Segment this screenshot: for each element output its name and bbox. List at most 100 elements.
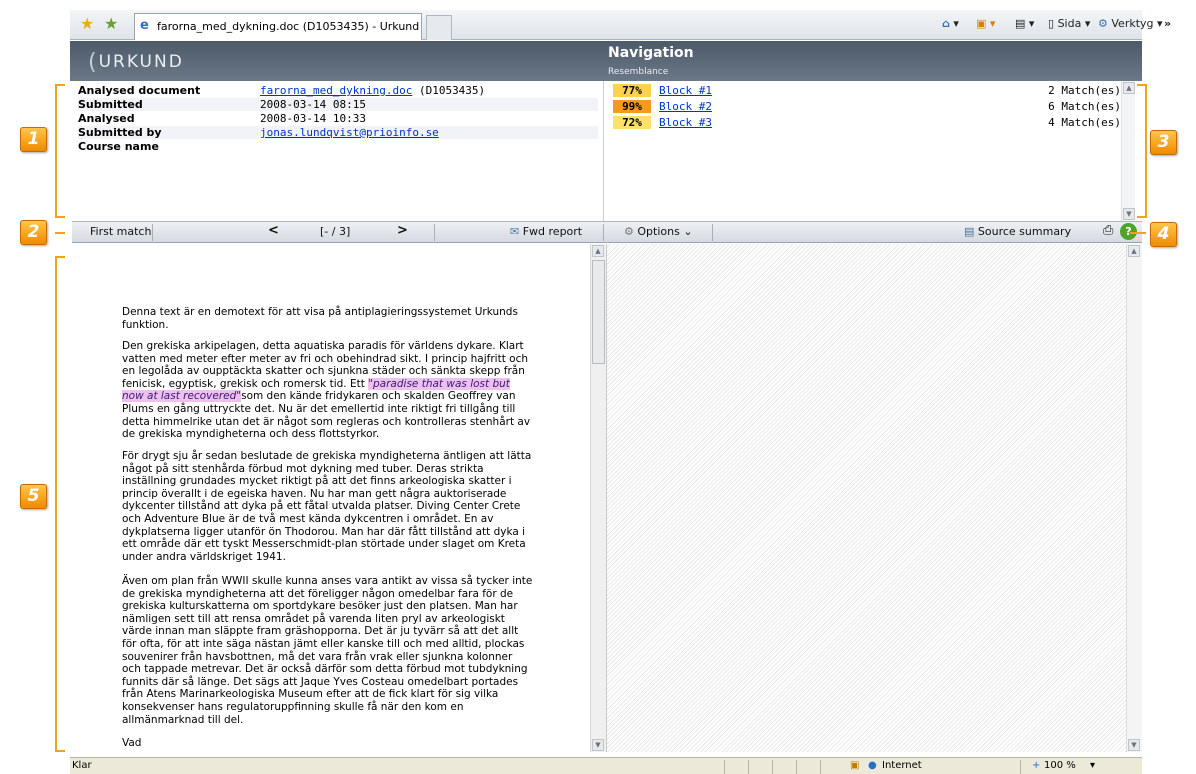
toolbar-separator (712, 224, 713, 241)
callout-badge: 3 (1150, 130, 1177, 155)
scroll-up-arrow-icon[interactable]: ▲ (1128, 245, 1140, 257)
protected-mode-icon: ▣ (850, 760, 860, 771)
app-header: (URKUND Navigation Resemblance (70, 41, 1142, 81)
options-menu[interactable]: ⚙ Options ⌄ (624, 225, 693, 238)
toolbar-separator (152, 224, 153, 241)
gear-icon: ⚙ (624, 225, 634, 238)
status-divider (748, 760, 749, 774)
ie-page-icon: e (140, 18, 149, 33)
info-row-analysed: Analysed 2008-03-14 10:33 (78, 112, 598, 125)
doc-paragraph: Vad (122, 737, 142, 749)
doc-paragraph: Den grekiska arkipelagen, detta aquatisk… (122, 340, 534, 441)
match-position: [- / 3] (320, 225, 351, 238)
info-label: Submitted (78, 98, 143, 111)
fwd-report-button[interactable]: ✉ Fwd report (510, 225, 582, 238)
toolbar-separator (434, 224, 435, 241)
page-menu[interactable]: ▯ Sida ▾ (1048, 17, 1090, 30)
browser-status-bar: Klar ▣ ● Internet + 100 % ▾ (70, 757, 1142, 774)
info-row-submitted: Submitted 2008-03-14 08:15 (78, 98, 598, 111)
match-block-link[interactable]: Block #1 (659, 84, 712, 97)
scroll-up-arrow-icon[interactable]: ▲ (1123, 82, 1135, 94)
info-label: Course name (78, 140, 159, 153)
status-divider (820, 760, 821, 774)
summary-icon: ▤ (964, 225, 975, 238)
previous-match-button[interactable]: < (268, 223, 279, 238)
print-icon[interactable]: ⎙ (1103, 223, 1113, 238)
callout-badge: 2 (20, 220, 47, 245)
info-row-course-name: Course name (78, 140, 598, 153)
source-summary-button[interactable]: ▤ Source summary (964, 225, 1071, 238)
logo-text: URKUND (98, 52, 184, 72)
doc-paragraph: För drygt sju år sedan beslutade de grek… (122, 450, 532, 563)
zone-label: Internet (882, 760, 922, 771)
feeds-icon[interactable]: ▣ ▾ (976, 17, 995, 30)
options-label: Options (637, 225, 680, 238)
info-label: Analysed (78, 112, 135, 125)
match-row[interactable]: 72% Block #3 4 Match(es) (613, 116, 1121, 130)
info-label: Submitted by (78, 126, 162, 139)
callout-badge: 1 (20, 127, 47, 152)
toolbar-separator (603, 224, 604, 241)
report-toolbar: First match < [- / 3] > ✉ Fwd report ⚙ O… (72, 221, 1142, 243)
info-row-analysed-document: Analysed document farorna_med_dykning.do… (78, 84, 598, 97)
zoom-level[interactable]: 100 % (1044, 760, 1076, 771)
globe-icon: ● (868, 760, 877, 771)
analysed-document-link[interactable]: farorna_med_dykning.doc (260, 84, 412, 97)
navigation-subtitle: Resemblance (608, 67, 669, 77)
match-row[interactable]: 77% Block #1 2 Match(es) (613, 84, 1121, 98)
match-row[interactable]: 99% Block #2 6 Match(es) (613, 100, 1121, 114)
callout-bracket (55, 84, 65, 218)
browser-tab-title: farorna_med_dykning.doc (D1053435) - Urk… (157, 20, 420, 33)
scroll-down-arrow-icon[interactable]: ▼ (592, 739, 604, 751)
match-count: 6 Match(es) (1048, 100, 1121, 113)
status-text: Klar (72, 760, 92, 771)
callout-bracket (1137, 84, 1147, 218)
callout-bracket (55, 256, 65, 752)
new-tab-button[interactable] (426, 15, 452, 40)
info-value: 2008-03-14 10:33 (260, 112, 366, 125)
match-count: 4 Match(es) (1048, 116, 1121, 129)
match-count: 2 Match(es) (1048, 84, 1121, 97)
source-panel: ▲ ▼ (606, 244, 1142, 752)
document-id: (D1053435) (412, 84, 486, 97)
scrollbar-thumb[interactable] (592, 260, 605, 364)
scroll-up-arrow-icon[interactable]: ▲ (592, 245, 604, 257)
callout-bracket (55, 232, 65, 234)
tools-menu-label: Verktyg (1111, 17, 1154, 30)
chevron-down-icon: ⌄ (683, 225, 693, 238)
matches-scrollbar[interactable]: ▲ ▼ (1121, 81, 1135, 221)
info-value: 2008-03-14 08:15 (260, 98, 366, 111)
next-match-button[interactable]: > (397, 223, 408, 238)
favorites-star-icon[interactable]: ★ (80, 14, 94, 33)
home-icon[interactable]: ⌂ ▾ (942, 17, 959, 30)
first-match-button[interactable]: First match (90, 225, 151, 238)
status-divider (772, 760, 773, 774)
status-divider (796, 760, 797, 774)
info-row-submitted-by: Submitted by jonas.lundqvist@prioinfo.se (78, 126, 598, 139)
navigation-title: Navigation (608, 45, 694, 61)
status-divider (1020, 760, 1021, 774)
doc-paragraph: Denna text är en demotext för att visa p… (122, 306, 518, 331)
page-menu-label: Sida (1057, 17, 1082, 30)
document-text-panel: Denna text är en demotext för att visa p… (72, 244, 590, 752)
browser-tab-bar: ★ ★ e farorna_med_dykning.doc (D1053435)… (70, 10, 1171, 40)
add-favorites-icon[interactable]: ★ (104, 14, 118, 33)
scroll-down-arrow-icon[interactable]: ▼ (1123, 208, 1135, 220)
chevron-more-icon[interactable]: » (1164, 17, 1171, 30)
scroll-down-arrow-icon[interactable]: ▼ (1128, 739, 1140, 751)
submitter-email-link[interactable]: jonas.lundqvist@prioinfo.se (260, 126, 439, 139)
browser-tab[interactable]: e farorna_med_dykning.doc (D1053435) - U… (134, 13, 422, 40)
match-block-link[interactable]: Block #3 (659, 116, 712, 129)
callout-badge: 5 (20, 484, 47, 509)
tools-menu[interactable]: ⚙ Verktyg ▾ (1098, 17, 1163, 30)
source-scrollbar[interactable]: ▲ ▼ (1126, 244, 1142, 752)
match-percent: 99% (613, 100, 651, 113)
document-scrollbar[interactable]: ▲ ▼ (590, 244, 606, 752)
source-summary-label: Source summary (977, 225, 1072, 238)
zoom-dropdown-icon[interactable]: ▾ (1090, 760, 1095, 771)
match-block-link[interactable]: Block #2 (659, 100, 712, 113)
match-percent: 72% (613, 116, 651, 129)
print-menu-icon[interactable]: ▤ ▾ (1015, 17, 1034, 30)
zoom-icon: + (1032, 760, 1041, 771)
envelope-icon: ✉ (510, 225, 520, 238)
